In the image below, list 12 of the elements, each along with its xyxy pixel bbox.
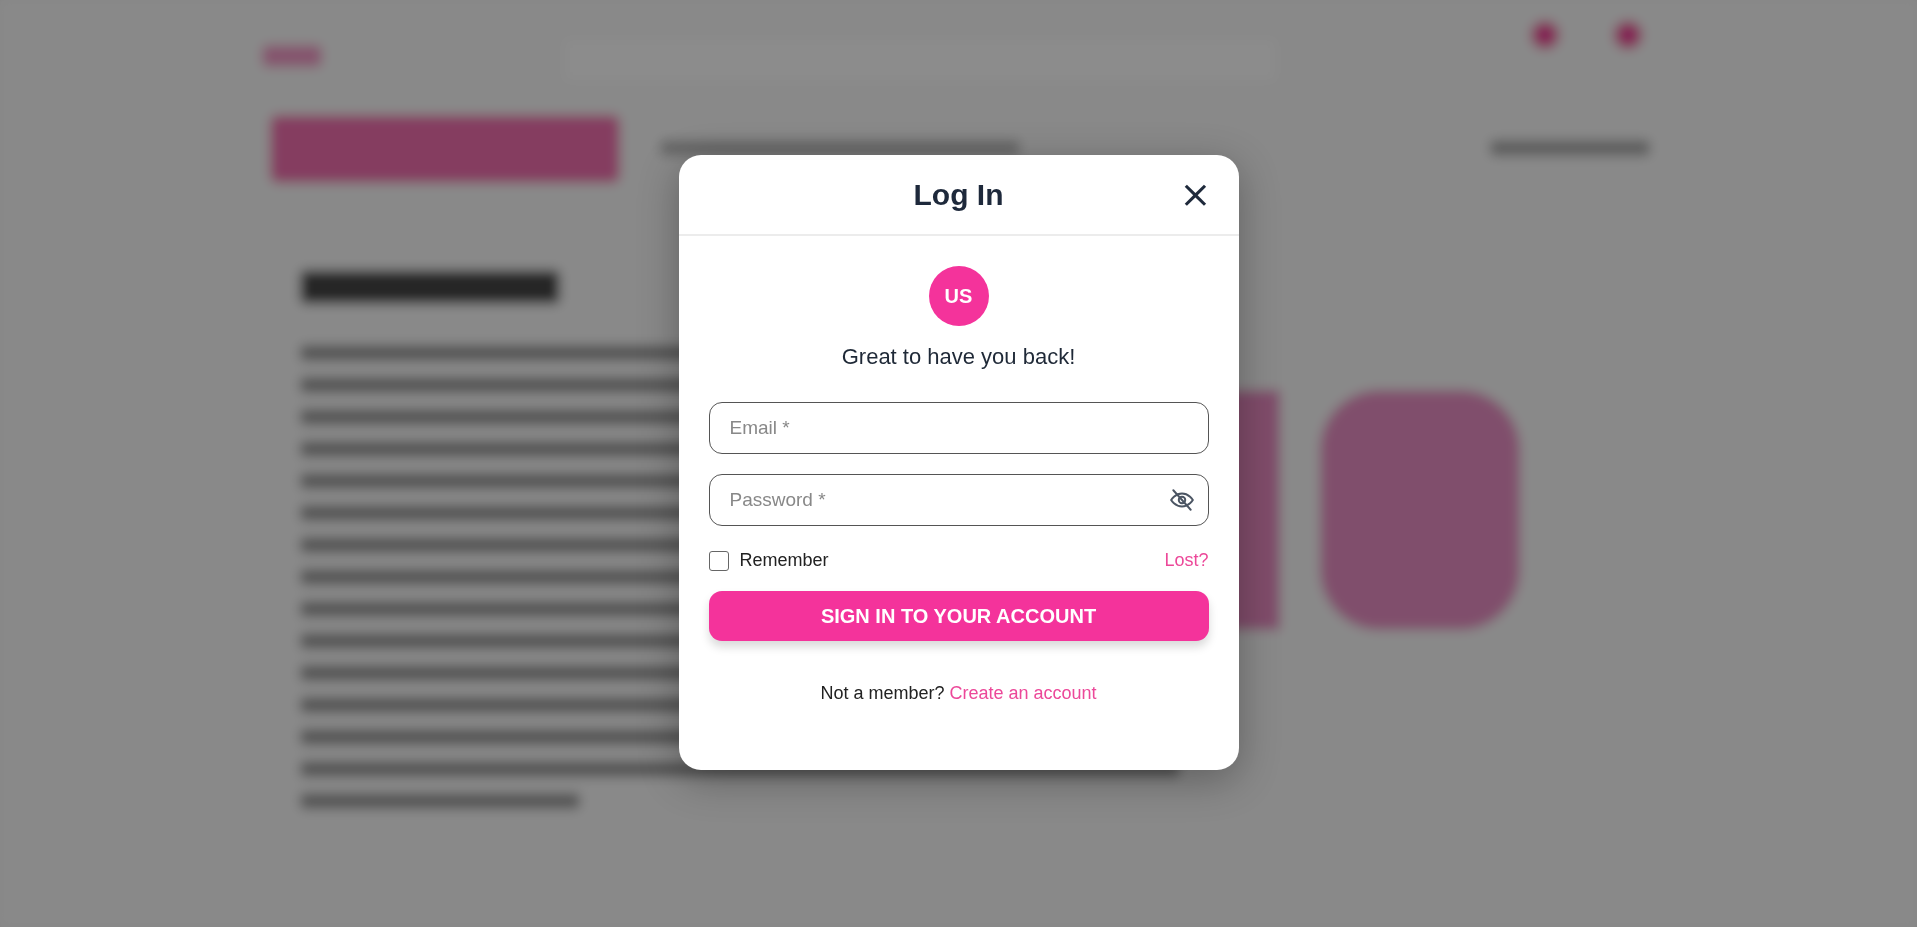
email-field[interactable]: Email * [708,402,1209,454]
sign-in-button[interactable]: SIGN IN TO YOUR ACCOUNT [708,591,1209,641]
dialog-title: Log In [913,177,1004,212]
greeting-text: Great to have you back! [841,344,1076,370]
remember-checkbox[interactable]: Remember [708,550,829,571]
create-account-link[interactable]: Create an account [949,683,1097,704]
password-field[interactable]: Password * [708,474,1209,526]
close-button[interactable]: × [1178,177,1213,211]
eye-slash-icon[interactable] [1168,487,1195,513]
lost-password-link[interactable]: Lost? [1164,550,1209,571]
footer-text: Not a member? [820,683,945,704]
user-avatar: US [928,266,989,326]
